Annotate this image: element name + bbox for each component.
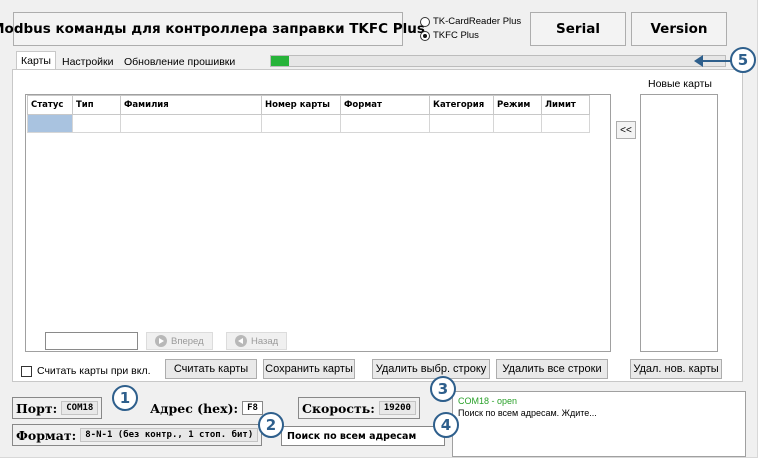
column-header-card-number[interactable]: Номер карты (261, 95, 341, 115)
save-cards-button[interactable]: Сохранить карты (263, 359, 355, 379)
table-cell[interactable] (541, 114, 590, 133)
table-cell[interactable] (493, 114, 542, 133)
format-value: 8-N-1 (без контр., 1 стоп. бит) (80, 428, 259, 442)
table-cell[interactable] (340, 114, 430, 133)
back-button[interactable]: Назад (226, 332, 288, 350)
callout-4: 4 (433, 412, 459, 438)
progress-fill (271, 56, 290, 66)
read-cards-button[interactable]: Считать карты (165, 359, 257, 379)
callout-5: 5 (730, 47, 756, 73)
version-button[interactable]: Version (631, 12, 727, 46)
callout-5-arrow (700, 60, 732, 62)
radio-circle (420, 16, 430, 27)
forward-button[interactable]: Вперед (146, 332, 213, 350)
column-header-format[interactable]: Формат (340, 95, 430, 115)
speed-label: Скорость: (302, 400, 375, 416)
speed-value: 19200 (378, 401, 416, 415)
table-cell[interactable] (120, 114, 262, 133)
format-field[interactable]: Формат: 8-N-1 (без контр., 1 стоп. бит) (12, 424, 263, 446)
radio-label: TK-CardReader Plus (433, 16, 522, 27)
callout-5-arrowhead (694, 55, 703, 67)
column-header-surname[interactable]: Фамилия (120, 95, 262, 115)
table-header-row: Статус Тип Фамилия Номер карты Формат Ка… (27, 95, 590, 115)
progress-bar (270, 55, 726, 67)
address-value[interactable]: F8 (242, 401, 263, 415)
radio-tkfc-plus[interactable]: TKFC Plus (420, 30, 479, 41)
search-all-addresses-field[interactable]: Поиск по всем адресам (281, 426, 445, 446)
title-bar-button: Modbus команды для контроллера заправки … (0, 12, 425, 46)
table-cell[interactable] (429, 114, 494, 133)
table-cell-selected[interactable] (27, 114, 73, 133)
port-value: COM18 (61, 401, 99, 415)
checkbox-label: Считать карты при вкл. (37, 365, 151, 377)
column-header-status[interactable]: Статус (27, 95, 73, 115)
format-label: Формат: (16, 427, 77, 443)
radio-label: TKFC Plus (433, 30, 479, 41)
back-label: Назад (251, 335, 279, 347)
speed-field[interactable]: Скорость: 19200 (298, 397, 420, 419)
column-header-mode[interactable]: Режим (493, 95, 542, 115)
arrow-left-icon (235, 335, 247, 347)
forward-label: Вперед (171, 335, 204, 347)
move-new-cards-button[interactable]: << (616, 121, 636, 139)
arrow-right-icon (155, 335, 167, 347)
checkbox-box (21, 365, 32, 377)
read-on-start-checkbox[interactable]: Считать карты при вкл. (21, 365, 151, 377)
address-field[interactable]: Адрес (hex): F8 (150, 397, 263, 419)
callout-2: 2 (258, 412, 284, 438)
page-input[interactable] (45, 332, 138, 350)
callout-3: 3 (430, 376, 456, 402)
column-header-type[interactable]: Тип (72, 95, 121, 115)
serial-button[interactable]: Serial (530, 12, 626, 46)
port-label: Порт: (16, 400, 58, 416)
delete-new-cards-button[interactable]: Удал. нов. карты (630, 359, 722, 379)
table-cell[interactable] (261, 114, 341, 133)
address-label: Адрес (hex): (150, 400, 239, 416)
column-header-category[interactable]: Категория (429, 95, 494, 115)
log-line-open: COM18 - open (458, 396, 518, 406)
radio-tk-cardreader-plus[interactable]: TK-CardReader Plus (420, 16, 521, 27)
column-header-limit[interactable]: Лимит (541, 95, 590, 115)
callout-1: 1 (112, 385, 138, 411)
new-cards-list[interactable] (640, 94, 718, 352)
tab-firmware-update[interactable]: Обновление прошивки (120, 53, 239, 70)
table-cell[interactable] (72, 114, 121, 133)
tab-settings[interactable]: Настройки (58, 53, 118, 70)
radio-circle-selected (420, 30, 430, 41)
delete-all-rows-button[interactable]: Удалить все строки (496, 359, 608, 379)
log-line-search: Поиск по всем адресам. Ждите... (458, 408, 597, 418)
table-row[interactable] (27, 114, 590, 133)
new-cards-label: Новые карты (648, 78, 712, 90)
cards-table: Статус Тип Фамилия Номер карты Формат Ка… (27, 95, 590, 133)
port-field[interactable]: Порт: COM18 (12, 397, 103, 419)
tab-cards[interactable]: Карты (16, 51, 56, 70)
log-output[interactable]: COM18 - open Поиск по всем адресам. Ждит… (452, 391, 746, 457)
delete-selected-row-button[interactable]: Удалить выбр. строку (372, 359, 490, 379)
